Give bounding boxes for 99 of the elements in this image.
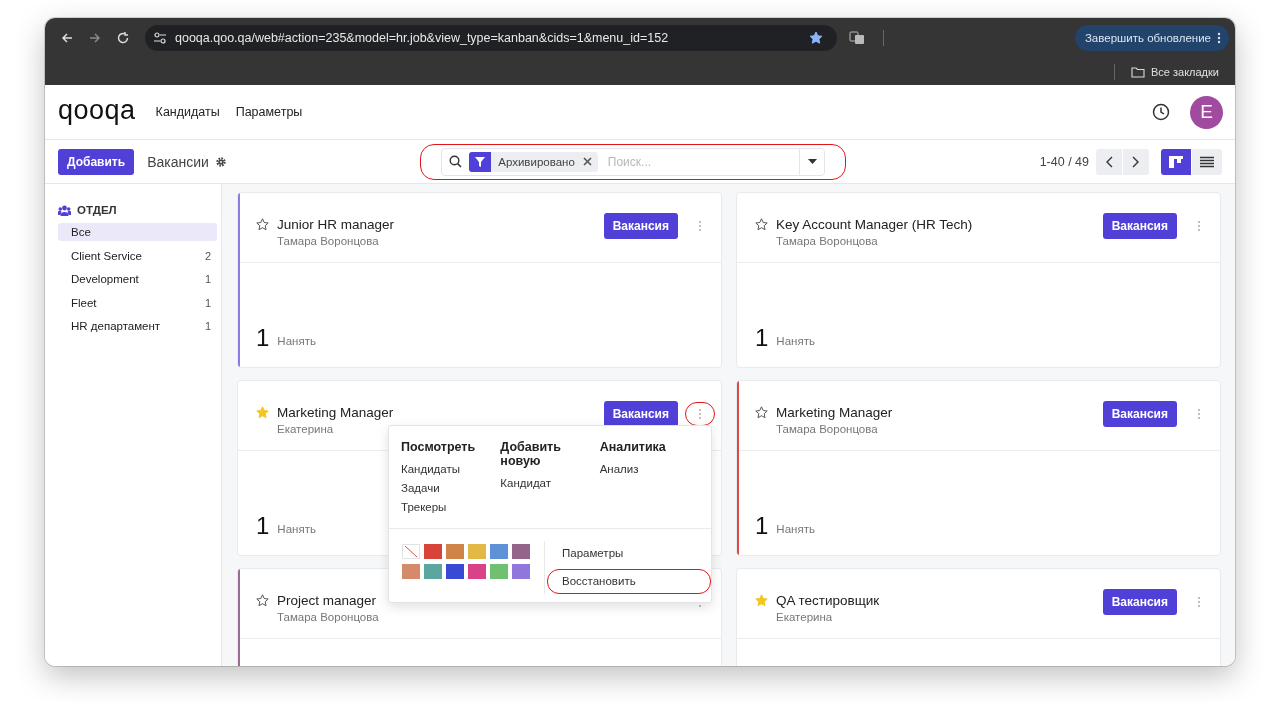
color-swatch[interactable] [490,544,508,559]
people-icon [58,204,71,216]
star-icon[interactable] [809,31,823,45]
menu-item[interactable]: Задачи [401,482,501,494]
menu-item[interactable]: Кандидаты [155,101,220,123]
search-icon[interactable] [449,155,463,168]
chevron-right-icon[interactable] [1132,155,1140,168]
star-outline-icon[interactable] [755,218,768,231]
manager-name: Тамара Воронцова [776,235,879,247]
chevron-left-icon[interactable] [1105,155,1113,168]
color-swatch[interactable] [490,564,508,579]
vacancy-button[interactable]: Вакансия [1102,401,1177,427]
color-swatch[interactable] [402,564,420,579]
kanban-icon[interactable] [1169,155,1183,168]
vacancy-button[interactable]: Вакансия [1102,589,1177,615]
count: 1 [755,326,769,350]
search-field[interactable]: Архивировано Поиск... [441,147,826,176]
job-title: Junior HR manager [277,217,396,232]
star-icon[interactable] [256,406,269,419]
section-title: ОТДЕЛ [77,204,117,216]
color-swatch[interactable] [424,564,442,579]
color-swatch[interactable] [512,564,530,579]
count-label[interactable]: Нанять [277,335,316,347]
count: 1 [755,514,769,538]
color-swatch[interactable] [424,544,442,559]
star-icon[interactable] [755,594,768,607]
star-outline-icon[interactable] [256,218,269,231]
folder-icon [1130,65,1145,78]
manager-name: Тамара Воронцова [277,611,380,623]
kebab-icon[interactable] [1197,596,1201,608]
list-icon[interactable] [1200,155,1214,168]
close-icon[interactable] [582,157,592,166]
caret-icon[interactable] [807,159,817,164]
color-swatch[interactable] [468,564,486,579]
kebab-icon[interactable] [698,220,702,232]
menu-heading: Аналитика [599,440,667,454]
menu-item[interactable]: Восстановить [547,569,711,594]
vacancy-button[interactable]: Вакансия [1102,213,1177,239]
sidebar-item[interactable]: Development 1 [58,270,217,288]
menu-item[interactable]: Параметры [235,101,303,123]
no-color-swatch[interactable] [402,544,420,559]
manager-name: Тамара Воронцова [776,423,879,435]
kebab-icon[interactable] [698,408,702,420]
count-label[interactable]: Нанять [277,523,316,535]
gear-icon[interactable] [214,155,227,168]
job-title: Project manager [277,593,378,608]
update-button[interactable]: Завершить обновление [1074,25,1229,51]
star-outline-icon[interactable] [755,406,768,419]
search-input[interactable]: Поиск... [605,153,800,170]
sidebar-item[interactable]: Client Service 2 [58,246,217,265]
sidebar-item[interactable]: Все [58,223,217,241]
menu-item[interactable]: Трекеры [401,501,501,513]
tune-icon[interactable] [153,31,167,45]
filter-facet: Архивировано [469,151,598,172]
menu-item[interactable]: Анализ [599,463,699,475]
url-text: qooqa.qoo.qa/web#action=235&model=hr.job&view_type=kanban&cids=1&menu_id=152 [175,31,670,45]
color-swatch[interactable] [512,544,530,559]
list-view-button[interactable] [1192,148,1222,175]
breadcrumb: Вакансии [147,153,209,170]
job-title: Marketing Manager [776,405,894,420]
manager-name: Екатерина [277,423,335,435]
job-title: Key Account Manager (HR Tech) [776,217,974,232]
star-outline-icon[interactable] [256,594,269,607]
job-title: Marketing Manager [277,405,395,420]
job-title: QA тестировщик [776,593,881,608]
kebab-icon[interactable] [1197,408,1201,420]
count-label[interactable]: Нанять [776,335,815,347]
manager-name: Тамара Воронцова [277,235,380,247]
reload-icon[interactable] [116,31,130,45]
menu-item[interactable]: Кандидаты [401,463,501,475]
count: 1 [256,514,270,538]
address-bar[interactable]: qooqa.qoo.qa/web#action=235&model=hr.job&view_type=kanban&cids=1&menu_id=152 [145,25,837,51]
kebab-icon[interactable] [1197,220,1201,232]
back-icon[interactable] [60,31,74,45]
count: 1 [256,326,270,350]
sidebar-item[interactable]: Fleet 1 [58,293,217,312]
filter-icon [475,156,486,167]
forward-icon[interactable] [88,31,102,45]
menu-item[interactable]: Кандидат [500,477,600,489]
logo[interactable]: qooqa [58,96,136,128]
translate-icon[interactable] [849,31,865,45]
user-avatar[interactable]: E [1190,95,1223,129]
manager-name: Екатерина [776,611,834,623]
vacancy-button[interactable]: Вакансия [603,401,678,427]
menu-heading: Добавить новую [500,440,562,468]
color-swatch[interactable] [446,544,464,559]
color-swatch[interactable] [446,564,464,579]
clock-icon[interactable] [1152,103,1170,121]
pager-text: 1-40 / 49 [1039,154,1089,169]
sidebar-item[interactable]: HR департамент 1 [58,317,217,335]
vacancy-button[interactable]: Вакансия [603,213,678,239]
kanban-view-button[interactable] [1161,148,1191,175]
kebab-icon [1217,32,1221,44]
count-label[interactable]: Нанять [776,523,815,535]
menu-item[interactable]: Параметры [547,541,711,566]
color-swatch[interactable] [468,544,486,559]
menu-heading: Посмотреть [401,440,477,454]
bookmarks-folder[interactable]: Все закладки [1126,63,1223,80]
add-button[interactable]: Добавить [58,148,135,175]
